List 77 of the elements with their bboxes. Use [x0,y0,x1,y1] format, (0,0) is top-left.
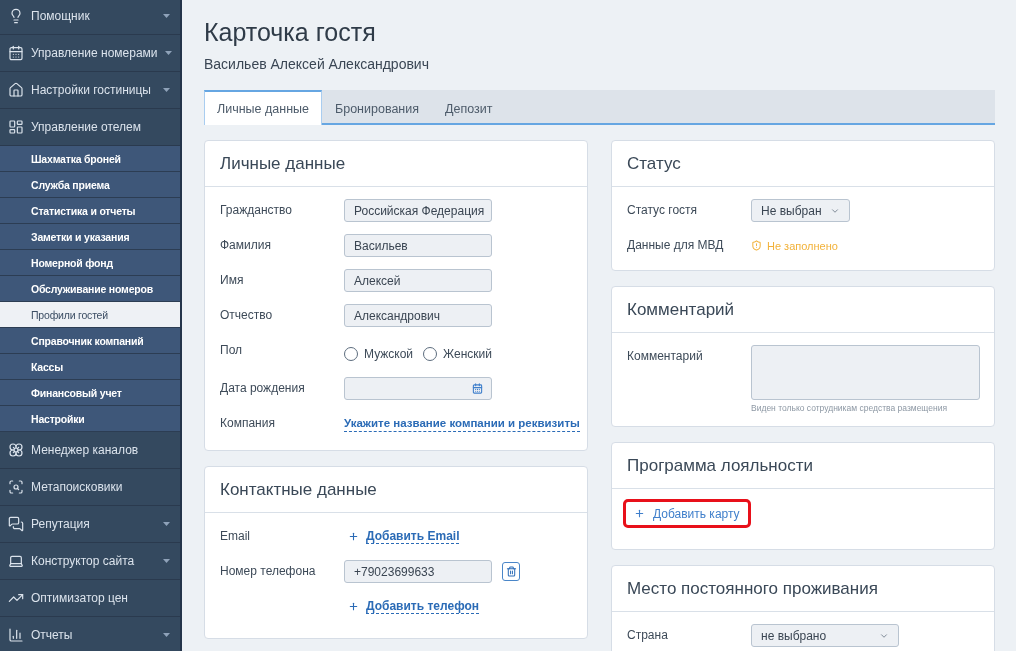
company-link[interactable]: Укажите название компании и реквизиты [344,416,580,432]
sidebar-item[interactable]: Отчеты [0,617,180,651]
dashboard-icon [8,119,24,135]
text-field[interactable]: Алексей [344,269,492,292]
sidebar-subitem[interactable]: Обслуживание номеров [0,276,180,302]
field-label: Комментарий [627,349,703,363]
field-hint: Виден только сотрудникам средства размещения [751,403,949,413]
add-link[interactable]: Добавить телефон [344,595,480,618]
chat-icon [8,516,24,532]
delete-button[interactable] [502,562,520,581]
card-title: Статус [627,153,681,174]
text-field[interactable]: Александрович [344,304,492,327]
field-label: Гражданство [220,203,292,217]
add-link[interactable]: Добавить Email [344,525,460,548]
text-field[interactable]: Васильев [344,234,492,257]
calendar-icon [472,383,483,394]
sidebar-item[interactable]: Помощник [0,0,180,35]
sidebar-subitem[interactable]: Шахматка броней [0,146,180,172]
field-label: Номер телефона [220,564,316,578]
guest-name: Васильев Алексей Александрович [204,55,430,74]
sidebar-subitem[interactable]: Номерной фонд [0,250,180,276]
field-label: Фамилия [220,238,271,252]
add-card-button[interactable]: Добавить карту [623,499,751,528]
laptop-icon [8,553,24,569]
sidebar-item[interactable]: Настройки гостиницы [0,72,180,109]
sidebar-subitem[interactable]: Статистика и отчеты [0,198,180,224]
field-label: Email [220,529,250,543]
plus-icon [348,601,359,612]
card-title: Контактные данные [220,479,377,500]
field-label: Статус гостя [627,203,698,217]
sidebar-subitem[interactable]: Служба приема [0,172,180,198]
warning-text: Не заполнено [767,239,838,252]
trash-icon [505,566,517,577]
field-label: Имя [220,273,244,287]
warning-shield-icon [751,240,762,251]
plus-icon [348,531,359,542]
page-title: Карточка гостя [204,17,377,48]
flower-icon [8,442,24,458]
card-title: Программа лояльности [627,455,813,476]
sidebar-item[interactable]: Репутация [0,506,180,543]
select-field[interactable]: Не выбран [751,199,850,222]
select-field[interactable]: не выбрано [751,624,899,647]
sidebar-item[interactable]: Управление номерами [0,35,180,72]
card-title: Комментарий [627,299,735,320]
field-label: Компания [220,416,275,430]
home-icon [8,82,24,98]
card-title: Место постоянного проживания [627,578,878,599]
sidebar-item[interactable]: Конструктор сайта [0,543,180,580]
sidebar-subitem[interactable]: Настройки [0,406,180,432]
phone-field[interactable]: +79023699633 [344,560,492,583]
field-label: Дата рождения [220,381,305,395]
search-icon [8,479,24,495]
comment-field[interactable] [751,345,980,400]
field-label: Данные для МВД [627,238,724,252]
plus-icon [634,508,645,519]
date-field[interactable] [344,377,492,400]
lightbulb-icon [8,8,24,24]
sidebar-subitem[interactable]: Заметки и указания [0,224,180,250]
sidebar-subitem[interactable]: Кассы [0,354,180,380]
field-label: Страна [627,628,668,642]
radio-option[interactable]: Мужской [344,346,414,361]
calendar-icon [8,45,24,61]
card-title: Личные данные [220,153,346,174]
sidebar-subitem[interactable]: Финансовый учет [0,380,180,406]
tab[interactable]: Личные данные [204,90,322,125]
sidebar-subitem[interactable]: Справочник компаний [0,328,180,354]
sidebar-item[interactable]: Менеджер каналов [0,432,180,469]
field-label: Пол [220,343,243,357]
tab[interactable]: Депозит [432,90,506,125]
bar-chart-icon [8,627,24,643]
field-label: Отчество [220,308,273,322]
sidebar-item[interactable]: Оптимизатор цен [0,580,180,617]
sidebar-item[interactable]: Метапоисковики [0,469,180,506]
sidebar-subitem[interactable]: Профили гостей [0,302,180,328]
select-field[interactable]: Российская Федерация [344,199,492,222]
radio-option[interactable]: Женский [423,346,492,361]
tab[interactable]: Бронирования [322,90,432,125]
